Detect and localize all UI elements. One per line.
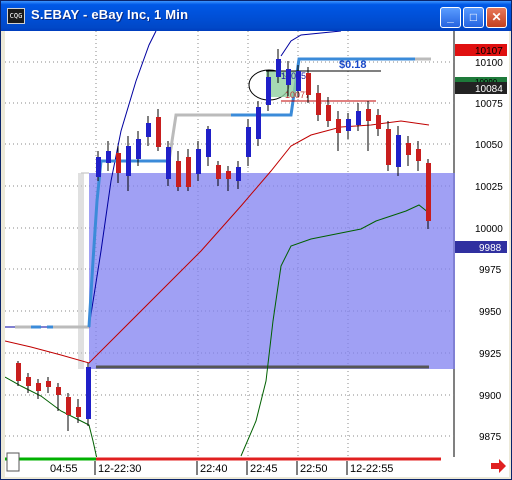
candle[interactable] (196, 149, 201, 174)
close-button[interactable]: ✕ (486, 7, 507, 28)
time-label: 12-22:55 (350, 463, 393, 475)
candle[interactable] (156, 117, 161, 147)
maximize-button[interactable]: □ (463, 7, 484, 28)
price-tag-high-text: 10107 (475, 46, 503, 57)
candle[interactable] (416, 149, 421, 161)
candle[interactable] (26, 377, 31, 386)
time-scroll-box[interactable] (6, 452, 20, 472)
candle[interactable] (36, 383, 41, 391)
candle[interactable] (146, 123, 151, 137)
candle[interactable] (296, 71, 301, 91)
price-label: 10000 (475, 224, 503, 235)
spread-label: $0.18 (339, 59, 367, 71)
price-label: 10025 (475, 182, 503, 193)
time-label: 04:55 (50, 463, 78, 475)
candle[interactable] (426, 163, 431, 221)
price-tag-last-text: 10084 (475, 84, 503, 95)
candle[interactable] (386, 129, 391, 165)
candle[interactable] (326, 105, 331, 121)
candle[interactable] (46, 381, 51, 387)
candle[interactable] (316, 93, 321, 115)
price-label: 10050 (475, 140, 503, 151)
price-label: 9875 (479, 432, 502, 443)
candle[interactable] (366, 109, 371, 121)
candle[interactable] (206, 129, 211, 157)
window-title: S.EBAY - eBay Inc, 1 Min (31, 7, 189, 22)
candle[interactable] (286, 69, 291, 85)
price-tag-blue-text: 9988 (479, 243, 502, 254)
time-label: 22:45 (250, 463, 278, 475)
candle[interactable] (306, 73, 311, 95)
candle[interactable] (406, 143, 411, 155)
candle[interactable] (246, 127, 251, 157)
annotation-label-1: 10095 (281, 71, 306, 81)
chart-client-area[interactable]: 10095 10077 $0.18 (5, 31, 509, 477)
candle[interactable] (356, 111, 361, 125)
maximize-icon: □ (469, 10, 478, 24)
candle[interactable] (186, 157, 191, 187)
candle[interactable] (176, 161, 181, 187)
chart-window: CQG S.EBAY - eBay Inc, 1 Min _ □ ✕ 10095… (0, 0, 512, 480)
candle[interactable] (376, 115, 381, 129)
title-bar[interactable]: CQG S.EBAY - eBay Inc, 1 Min _ □ ✕ (1, 1, 511, 31)
minimize-button[interactable]: _ (440, 7, 461, 28)
candle[interactable] (136, 139, 141, 159)
candle[interactable] (396, 135, 401, 167)
candle[interactable] (116, 153, 121, 173)
time-label: 22:50 (300, 463, 328, 475)
candle[interactable] (236, 167, 241, 181)
candle[interactable] (96, 157, 101, 177)
price-label: 10100 (475, 58, 503, 69)
price-label: 9925 (479, 349, 502, 360)
minimize-icon: _ (447, 10, 454, 24)
candle[interactable] (166, 147, 171, 179)
time-label: 12-22:30 (98, 463, 141, 475)
candle[interactable] (266, 77, 271, 105)
highlight-band[interactable] (89, 173, 455, 369)
candle[interactable] (276, 59, 281, 77)
candle[interactable] (86, 367, 91, 419)
price-label: 10075 (475, 99, 503, 110)
candle[interactable] (126, 146, 131, 176)
candle[interactable] (56, 387, 61, 395)
app-icon[interactable]: CQG (7, 8, 25, 24)
candle[interactable] (16, 363, 21, 381)
candle[interactable] (76, 407, 81, 417)
candle[interactable] (336, 119, 341, 133)
candle[interactable] (216, 165, 221, 179)
candle[interactable] (66, 397, 71, 415)
close-icon: ✕ (491, 10, 502, 24)
price-label: 9950 (479, 307, 502, 318)
candle[interactable] (226, 171, 231, 179)
time-label: 22:40 (200, 463, 228, 475)
price-label: 9975 (479, 265, 502, 276)
candle[interactable] (346, 119, 351, 131)
candle[interactable] (106, 151, 111, 163)
candle[interactable] (256, 107, 261, 139)
price-label: 9900 (479, 391, 502, 402)
right-arrow-icon[interactable] (491, 459, 506, 473)
price-chart[interactable]: 10095 10077 $0.18 (5, 31, 509, 477)
